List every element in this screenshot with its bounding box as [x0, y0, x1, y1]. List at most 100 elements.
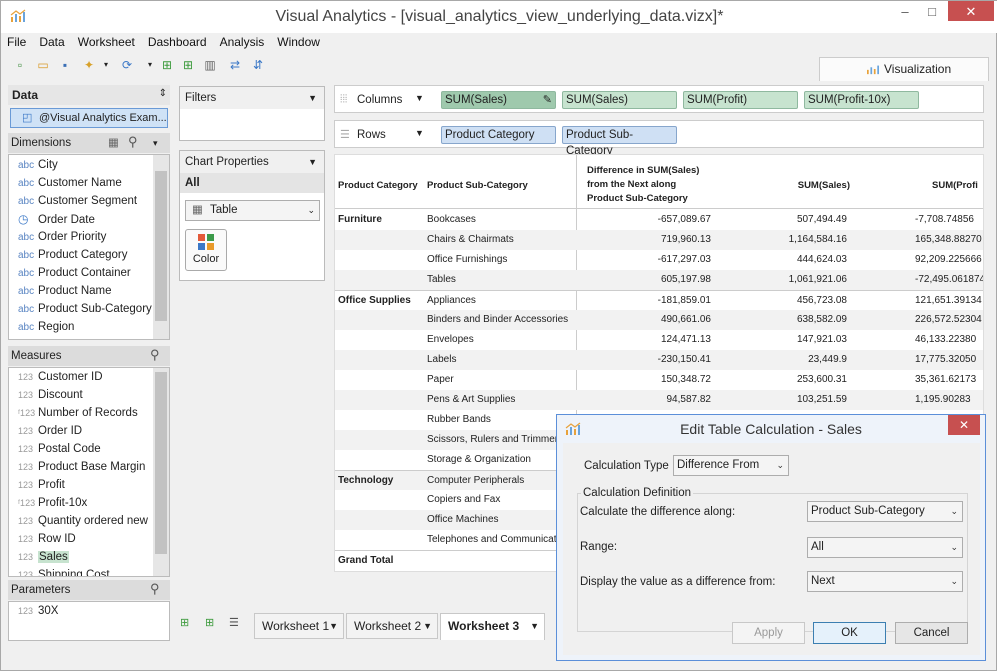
- measures-scrollbar[interactable]: [153, 368, 169, 576]
- field-item[interactable]: 123 Sales: [9, 548, 169, 566]
- search-icon[interactable]: ⚲: [150, 579, 160, 599]
- field-item[interactable]: 123 Row ID: [9, 530, 169, 548]
- table-row[interactable]: Labels -230,150.41 23,449.9 17,775.32050: [335, 350, 983, 370]
- field-item[interactable]: ᶠ123 Number of Records: [9, 404, 169, 422]
- tab-visualization[interactable]: Visualization: [819, 57, 989, 81]
- range-select[interactable]: All ⌄: [807, 537, 963, 558]
- swap-icon[interactable]: ⇄: [227, 57, 243, 73]
- field-item[interactable]: 123 Product Base Margin: [9, 458, 169, 476]
- field-item[interactable]: abc Product Name: [9, 282, 169, 300]
- chevron-down-icon[interactable]: ▾: [98, 57, 114, 73]
- field-item[interactable]: abc Product Container: [9, 264, 169, 282]
- sheet-list-icon[interactable]: ☰: [229, 616, 239, 629]
- updown-icon[interactable]: ⇕: [159, 88, 167, 99]
- field-item[interactable]: abc Customer Segment: [9, 192, 169, 210]
- field-item[interactable]: abc Customer Name: [9, 174, 169, 192]
- field-item[interactable]: 123 Postal Code: [9, 440, 169, 458]
- menu-analysis[interactable]: Analysis: [220, 35, 265, 49]
- chevron-down-icon[interactable]: ▾: [153, 133, 158, 153]
- apply-button[interactable]: Apply: [732, 622, 805, 644]
- table-row[interactable]: Tables 605,197.98 1,061,921.06 -72,495.0618…: [335, 270, 983, 290]
- maximize-button[interactable]: □: [919, 1, 945, 23]
- chart-type-select[interactable]: ▦ Table ⌄: [185, 200, 320, 221]
- columns-pill[interactable]: SUM(Profit-10x): [804, 91, 919, 109]
- table-row[interactable]: Furniture Bookcases -657,089.67 507,494.49 -…: [335, 210, 983, 230]
- menu-data[interactable]: Data: [39, 35, 64, 49]
- field-item[interactable]: 123 Customer ID: [9, 368, 169, 386]
- field-item[interactable]: 123 Discount: [9, 386, 169, 404]
- save-icon[interactable]: ▪: [57, 57, 73, 73]
- minimize-button[interactable]: –: [892, 1, 918, 23]
- color-button[interactable]: Color: [185, 229, 227, 271]
- new-worksheet-icon[interactable]: ⊞: [180, 616, 189, 629]
- calc-type-select[interactable]: Difference From ⌄: [673, 455, 789, 476]
- field-item[interactable]: abcShip Date: [9, 336, 169, 339]
- menu-dashboard[interactable]: Dashboard: [148, 35, 207, 49]
- col-header-profit[interactable]: SUM(Profi: [932, 180, 978, 191]
- columns-pill[interactable]: SUM(Sales): [562, 91, 677, 109]
- sort-icon[interactable]: ⇵: [250, 57, 266, 73]
- col-header-subcategory[interactable]: Product Sub-Category: [427, 180, 528, 191]
- tab-worksheet-2[interactable]: Worksheet 2 ▼: [346, 613, 438, 639]
- open-icon[interactable]: ▭: [35, 57, 51, 73]
- chevron-down-icon[interactable]: ▼: [308, 87, 317, 109]
- table-row[interactable]: Binders and Binder Accessories 490,661.06…: [335, 310, 983, 330]
- columns-pill[interactable]: SUM(Profit): [683, 91, 798, 109]
- wand-icon[interactable]: ✦: [81, 57, 97, 73]
- dialog-close-button[interactable]: ✕: [948, 415, 980, 435]
- table-row[interactable]: Chairs & Chairmats 719,960.13 1,164,584.16…: [335, 230, 983, 250]
- add-sheet-icon[interactable]: ⊞: [159, 57, 175, 73]
- field-item[interactable]: ◷ Order Date: [9, 210, 169, 228]
- new-dashboard-icon[interactable]: ⊞: [205, 616, 214, 629]
- menu-file[interactable]: File: [7, 35, 26, 49]
- columns-pill[interactable]: ✎ SUM(Sales): [441, 91, 556, 109]
- marks-all-tab[interactable]: All: [180, 173, 324, 193]
- ok-button[interactable]: OK: [813, 622, 886, 644]
- new-dashboard-icon[interactable]: ⊞: [180, 57, 196, 73]
- chevron-down-icon[interactable]: ▾: [142, 57, 158, 73]
- table-row[interactable]: Pens & Art Supplies 94,587.82 103,251.59 1,…: [335, 390, 983, 410]
- edit-icon[interactable]: ✎: [543, 92, 552, 108]
- field-item[interactable]: abc Region: [9, 318, 169, 336]
- chevron-down-icon[interactable]: ▼: [530, 614, 539, 638]
- search-icon[interactable]: ⚲: [150, 345, 160, 365]
- field-item[interactable]: abc Product Sub-Category: [9, 300, 169, 318]
- field-item[interactable]: ᶠ123 Profit-10x: [9, 494, 169, 512]
- dimensions-scrollbar[interactable]: [153, 155, 169, 339]
- menu-worksheet[interactable]: Worksheet: [78, 35, 135, 49]
- table-row[interactable]: Envelopes 124,471.13 147,921.03 46,133.2238…: [335, 330, 983, 350]
- field-item[interactable]: 123 Profit: [9, 476, 169, 494]
- refresh-icon[interactable]: ⟳: [119, 57, 135, 73]
- table-row[interactable]: Paper 150,348.72 253,600.31 35,361.62173: [335, 370, 983, 390]
- col-header-sales[interactable]: SUM(Sales): [750, 180, 850, 191]
- from-select[interactable]: Next ⌄: [807, 571, 963, 592]
- window-close-button[interactable]: ✕: [948, 1, 994, 21]
- tab-worksheet-1[interactable]: Worksheet 1 ▼: [254, 613, 344, 639]
- along-select[interactable]: Product Sub-Category ⌄: [807, 501, 963, 522]
- field-item[interactable]: 123 Order ID: [9, 422, 169, 440]
- field-item[interactable]: 123 Shipping Cost: [9, 566, 169, 576]
- field-item[interactable]: abc City: [9, 156, 169, 174]
- grid-icon[interactable]: ▦: [108, 133, 119, 153]
- cancel-button[interactable]: Cancel: [895, 622, 968, 644]
- tab-worksheet-3[interactable]: Worksheet 3 ▼: [440, 613, 545, 640]
- chevron-down-icon[interactable]: ▼: [329, 614, 338, 638]
- data-source-item[interactable]: ◰ @Visual Analytics Exam...: [10, 108, 168, 128]
- chevron-down-icon[interactable]: ▼: [308, 151, 317, 173]
- table-row[interactable]: Office Furnishings -617,297.03 444,624.03 9…: [335, 250, 983, 270]
- field-item[interactable]: 123 Quantity ordered new: [9, 512, 169, 530]
- col-header-category[interactable]: Product Category: [338, 180, 418, 191]
- chevron-down-icon[interactable]: ▼: [423, 614, 432, 638]
- field-item[interactable]: 123 30X: [9, 602, 169, 620]
- chevron-down-icon[interactable]: ▼: [415, 128, 424, 138]
- table-row[interactable]: Office Supplies Appliances -181,859.01 456,…: [335, 290, 983, 310]
- rows-pill[interactable]: Product Category: [441, 126, 556, 144]
- chevron-down-icon[interactable]: ▼: [415, 93, 424, 103]
- new-icon[interactable]: ▫: [12, 57, 28, 73]
- col-header-diff-line1[interactable]: Difference in SUM(Sales): [587, 165, 699, 176]
- bar-chart-icon[interactable]: ▥: [202, 57, 218, 73]
- field-item[interactable]: abc Order Priority: [9, 228, 169, 246]
- search-icon[interactable]: ⚲: [128, 132, 138, 152]
- rows-pill[interactable]: Product Sub-Category: [562, 126, 677, 157]
- field-item[interactable]: abc Product Category: [9, 246, 169, 264]
